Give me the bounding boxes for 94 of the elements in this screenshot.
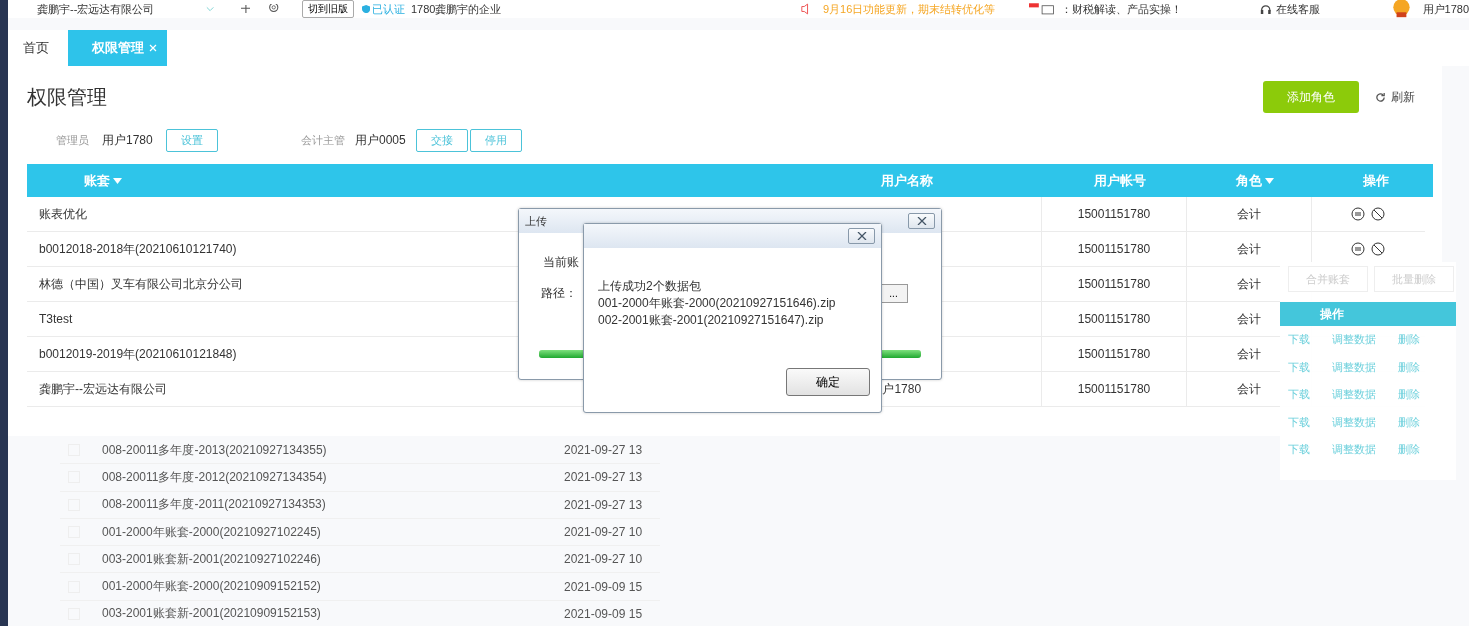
table-cell: 15001151780: [1077, 207, 1151, 221]
close-icon[interactable]: [856, 232, 867, 240]
role-label: 会计主管: [301, 132, 345, 148]
table-cell: 15001151780: [1077, 347, 1151, 361]
table-cell: 会计: [1236, 240, 1261, 258]
table-cell: 15001151780: [1077, 242, 1151, 256]
action-link[interactable]: 删除: [1398, 442, 1420, 458]
column-header[interactable]: 用户帐号: [1047, 164, 1192, 197]
message-text: 002-2001账套-2001(20210927151647).zip: [598, 312, 825, 329]
table-cell: 户1780: [882, 380, 922, 398]
action-link[interactable]: 下载: [1288, 387, 1310, 403]
operations-header: 操作: [1280, 302, 1456, 326]
message-text: 上传成功2个数据包: [598, 278, 702, 295]
refresh-button[interactable]: 刷新: [1375, 88, 1415, 106]
plus-icon[interactable]: [240, 4, 251, 14]
table-cell: 龚鹏宇--宏远达有限公司: [39, 380, 167, 398]
path-label: 路径：: [541, 285, 577, 302]
role-user: 用户1780: [102, 131, 153, 149]
current-account-label: 当前账: [543, 254, 579, 271]
file-date: 2021-09-27 13: [564, 497, 643, 512]
action-link[interactable]: 调整数据: [1332, 414, 1376, 430]
action-link[interactable]: 调整数据: [1332, 387, 1376, 403]
action-link[interactable]: 下载: [1288, 359, 1310, 375]
close-button[interactable]: [848, 228, 875, 244]
action-link[interactable]: 下载: [1288, 332, 1310, 348]
action-link[interactable]: 删除: [1398, 332, 1420, 348]
transfer-icon[interactable]: [1351, 207, 1366, 221]
role-action-button[interactable]: 交接: [415, 128, 468, 152]
action-link[interactable]: 下载: [1288, 442, 1310, 458]
file-name: 008-20011多年度-2012(20210927134354): [102, 468, 328, 486]
switch-version-button[interactable]: 切到旧版: [301, 0, 354, 18]
action-link[interactable]: 删除: [1398, 387, 1420, 403]
verified-label: 已认证: [372, 1, 405, 17]
table-cell: 15001151780: [1077, 382, 1151, 396]
file-name: 008-20011多年度-2013(20210927134355): [102, 441, 328, 459]
file-date: 2021-09-27 10: [564, 552, 643, 567]
table-cell: T3test: [39, 312, 73, 326]
message-text: 001-2000年账套-2000(20210927151646).zip: [598, 295, 837, 312]
column-header[interactable]: 操作: [1318, 164, 1433, 197]
tab[interactable]: 首页: [8, 30, 64, 66]
table-cell: 会计: [1236, 205, 1261, 223]
shield-icon: [361, 4, 370, 14]
column-header[interactable]: 角色: [1192, 164, 1318, 197]
file-date: 2021-09-27 13: [564, 470, 643, 485]
file-name: 003-2001账套新-2001(20210927102246): [102, 550, 322, 568]
action-link[interactable]: 调整数据: [1332, 359, 1376, 375]
settings-icon[interactable]: [268, 4, 280, 14]
action-link[interactable]: 下载: [1288, 414, 1310, 430]
action-link[interactable]: 调整数据: [1332, 442, 1376, 458]
enterprise-name: 1780龚鹏宇的企业: [411, 1, 502, 17]
file-name: 001-2000年账套-2000(20210927102245): [102, 523, 322, 541]
table-cell: 会计: [1236, 310, 1261, 328]
role-action-button[interactable]: 停用: [469, 128, 522, 152]
user-name[interactable]: 用户1780: [1422, 1, 1469, 17]
file-date: 2021-09-09 15: [564, 606, 643, 621]
add-role-button[interactable]: 添加角色: [1263, 81, 1359, 113]
table-cell: 会计: [1236, 380, 1261, 398]
online-support-link[interactable]: 在线客服: [1275, 1, 1320, 17]
table-cell: 会计: [1236, 275, 1261, 293]
role-label: 管理员: [56, 132, 89, 148]
file-name: 008-20011多年度-2011(20210927134353): [102, 496, 327, 514]
dialog-title: 上传: [525, 213, 547, 229]
refresh-icon[interactable]: [1375, 91, 1386, 103]
table-cell: b0012018-2018年(20210610121740): [39, 240, 237, 258]
role-action-button[interactable]: 设置: [165, 128, 218, 152]
table-cell: 15001151780: [1077, 277, 1151, 291]
file-date: 2021-09-09 15: [564, 579, 643, 594]
page-title: 权限管理: [27, 84, 107, 110]
tab[interactable]: 权限管理: [68, 30, 167, 66]
ok-button[interactable]: 确定: [786, 368, 870, 396]
table-cell: b0012019-2019年(20210610121848): [39, 345, 237, 363]
notice-text[interactable]: 9月16日功能更新，期末结转优化等: [822, 1, 996, 17]
role-user: 用户0005: [355, 131, 406, 149]
table-cell: 会计: [1236, 345, 1261, 363]
disable-icon[interactable]: [1371, 207, 1386, 221]
action-link[interactable]: 调整数据: [1332, 332, 1376, 348]
file-date: 2021-09-27 13: [564, 443, 643, 458]
action-link[interactable]: 删除: [1398, 359, 1420, 375]
column-header[interactable]: 账套: [27, 164, 767, 197]
file-name: 003-2001账套新-2001(20210909152153): [102, 605, 322, 623]
file-date: 2021-09-27 10: [564, 525, 643, 540]
file-name: 001-2000年账套-2000(20210909152152): [102, 578, 322, 596]
promo-text[interactable]: ：财税解读、产品实操！: [1061, 1, 1183, 17]
table-cell: 林德（中国）叉车有限公司北京分公司: [39, 275, 243, 293]
column-header[interactable]: 用户名称: [767, 164, 1047, 197]
close-button[interactable]: [908, 213, 935, 229]
disable-icon[interactable]: [1371, 242, 1386, 256]
table-cell: 账表优化: [39, 205, 87, 223]
close-icon[interactable]: [916, 217, 927, 225]
headset-icon[interactable]: [1260, 2, 1272, 16]
company-name[interactable]: 龚鹏宇--宏远达有限公司: [37, 1, 155, 17]
transfer-icon[interactable]: [1351, 242, 1366, 256]
action-link[interactable]: 删除: [1398, 414, 1420, 430]
table-cell: 15001151780: [1077, 312, 1151, 326]
